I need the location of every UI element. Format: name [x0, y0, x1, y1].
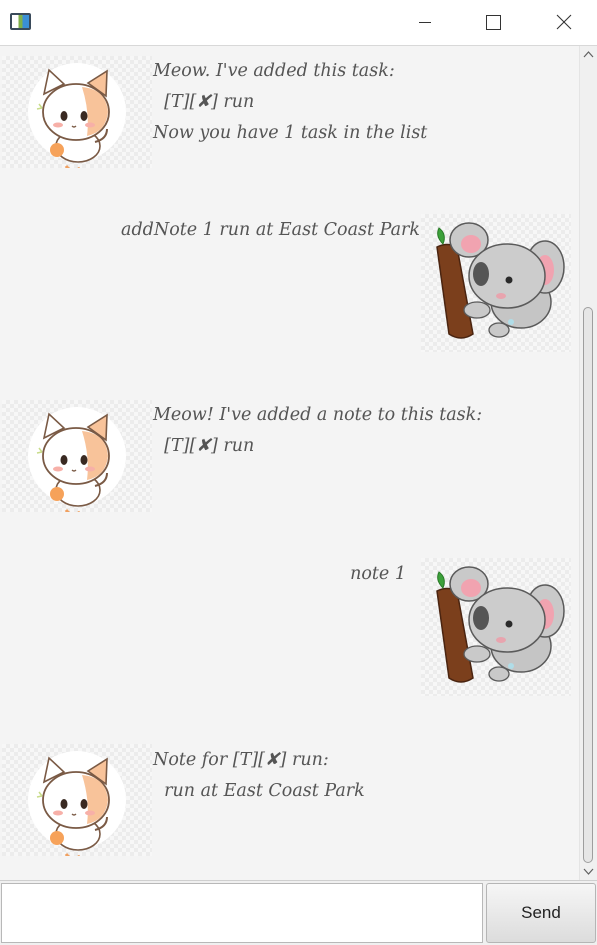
chat-area[interactable]: Meow. I've added this task: [T][✘] run N… [0, 46, 579, 880]
vertical-scrollbar[interactable] [579, 46, 597, 880]
koala-avatar [421, 214, 571, 352]
minimize-icon [419, 22, 431, 23]
cat-avatar [2, 400, 152, 512]
close-button[interactable] [541, 0, 587, 45]
bot-message: Meow. I've added this task: [T][✘] run N… [153, 61, 428, 143]
cat-avatar [2, 744, 152, 856]
minimize-button[interactable] [402, 0, 448, 45]
koala-avatar [421, 558, 571, 696]
input-bar: Send [0, 880, 597, 945]
cat-avatar [2, 56, 152, 168]
scroll-down-icon[interactable] [583, 868, 594, 876]
user-message: note 1 [350, 564, 406, 584]
bot-message: Meow! I've added a note to this task: [T… [153, 405, 483, 456]
message-input[interactable] [1, 883, 483, 943]
maximize-button[interactable] [470, 0, 516, 45]
scrollbar-thumb[interactable] [583, 307, 593, 863]
window-titlebar [0, 0, 597, 46]
send-button[interactable]: Send [486, 883, 596, 943]
scroll-up-icon[interactable] [583, 50, 594, 58]
close-icon [556, 14, 572, 30]
app-icon [10, 13, 31, 30]
bot-message: Note for [T][✘] run: run at East Coast P… [153, 750, 365, 801]
maximize-icon [486, 15, 501, 30]
user-message: addNote 1 run at East Coast Park [121, 220, 420, 240]
